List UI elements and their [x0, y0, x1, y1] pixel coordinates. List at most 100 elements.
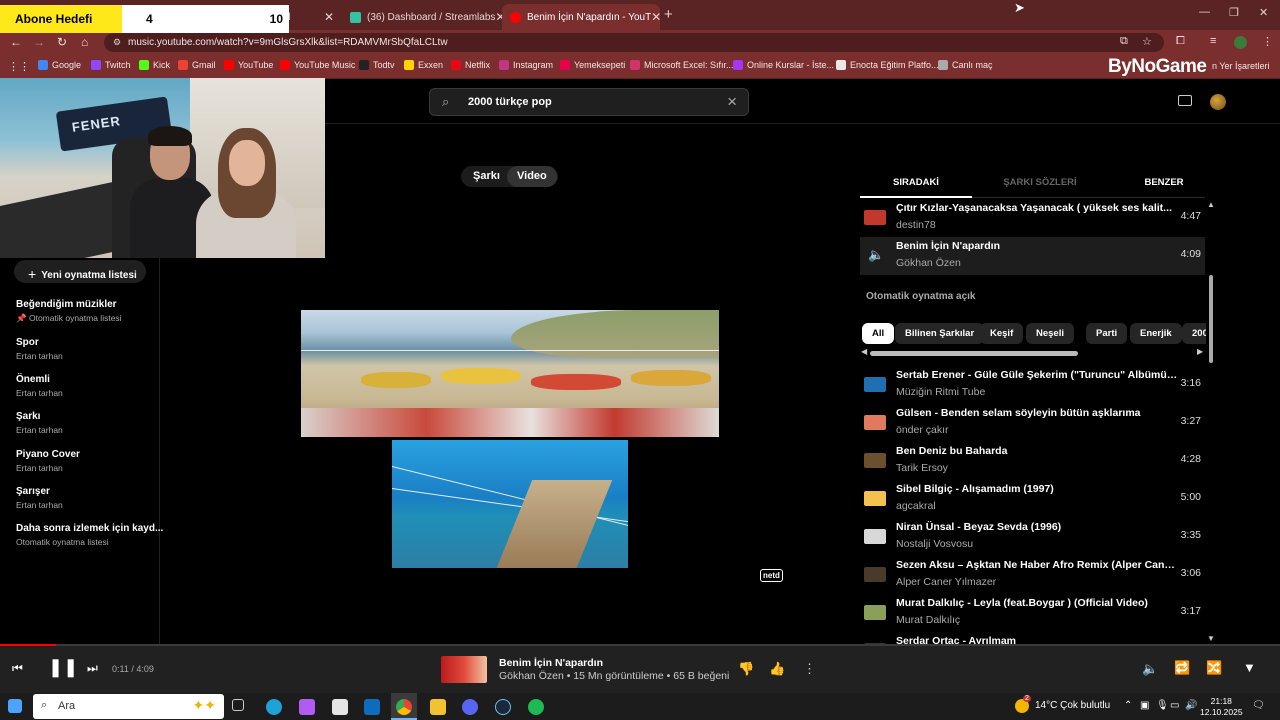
bookmark-youtube[interactable]: YouTube	[224, 60, 273, 70]
tab-youtube-music[interactable]: Benim İçin N'apardın - YouT ✕	[502, 4, 660, 30]
reading-list-icon[interactable]: ≡	[1210, 35, 1216, 47]
spotify-icon[interactable]	[528, 699, 544, 715]
next-icon[interactable]: ⏭	[87, 661, 98, 676]
repeat-icon[interactable]: 🔁	[1174, 660, 1190, 676]
windows-start-icon[interactable]	[8, 699, 22, 713]
url-field[interactable]: ⚙ music.youtube.com/watch?v=9mGlsGrsXlk&…	[104, 33, 1164, 52]
video-frame-top[interactable]	[301, 310, 719, 437]
search-input[interactable]: 2000 türkçe pop	[468, 96, 552, 108]
bookmark-todtv[interactable]: Todtv	[359, 60, 395, 70]
chip[interactable]: 2000'	[1182, 323, 1206, 344]
bookmark-enocta[interactable]: Enocta Eğitim Platfo...	[836, 60, 939, 70]
chip[interactable]: Bilinen Şarkılar	[895, 323, 985, 344]
queue-item[interactable]: Gülsen - Benden selam söyleyin bütün aşk…	[860, 404, 1205, 442]
system-clock[interactable]: 21:18 12.10.2025	[1200, 696, 1243, 718]
like-icon[interactable]: 👍	[769, 661, 785, 677]
task-view-icon[interactable]	[232, 699, 244, 711]
store-icon[interactable]	[332, 699, 348, 715]
queue-item[interactable]: Serdar Ortaç - Ayrılmam	[860, 632, 1205, 644]
weather-text[interactable]: 14°C Çok bulutlu	[1035, 700, 1110, 711]
chrome-icon[interactable]	[396, 699, 412, 715]
now-playing-thumbnail[interactable]	[441, 656, 487, 683]
file-explorer-icon[interactable]	[430, 699, 446, 715]
back-icon[interactable]: ←	[10, 35, 22, 49]
all-bookmarks-link[interactable]: n Yer İşaretleri	[1212, 61, 1270, 71]
chip-scroll-right-icon[interactable]: ▶	[1197, 347, 1203, 356]
tab-lyrics[interactable]: ŞARKI SÖZLERİ	[984, 177, 1096, 188]
tab-streamlabs[interactable]: (36) Dashboard / Streamlabs ✕	[342, 4, 502, 30]
previous-icon[interactable]: ⏮	[12, 661, 23, 676]
close-window-icon[interactable]: ✕	[1259, 6, 1268, 19]
playlist-item[interactable]: Önemli Ertan tarhan	[16, 374, 63, 398]
extensions-icon[interactable]: ⧠	[1176, 35, 1185, 48]
notifications-icon[interactable]: 🗨	[1252, 700, 1265, 711]
chip[interactable]: Enerjik	[1130, 323, 1182, 344]
playlist-item[interactable]: Spor Ertan tarhan	[16, 337, 63, 361]
home-icon[interactable]: ⌂	[81, 35, 88, 49]
cast-icon[interactable]	[1178, 95, 1192, 106]
bookmark-netflix[interactable]: Netflix	[451, 60, 490, 70]
tab-up-next[interactable]: SIRADAKİ	[860, 177, 972, 188]
bookmark-gmail[interactable]: Gmail	[178, 60, 216, 70]
chip-scroll-left-icon[interactable]: ◀	[861, 347, 867, 356]
queue-item[interactable]: Çıtır Kızlar-Yaşanacaksa Yaşanacak ( yük…	[860, 199, 1205, 237]
site-info-icon[interactable]: ⚙	[113, 33, 121, 52]
tray-app-icon[interactable]: ▣	[1140, 700, 1149, 711]
tray-expand-icon[interactable]: ⌃	[1124, 700, 1132, 711]
playlist-item[interactable]: Daha sonra izlemek için kayd... Otomatik …	[16, 523, 163, 547]
dislike-icon[interactable]: 👎	[738, 661, 754, 677]
new-playlist-button[interactable]: + Yeni oynatma listesi	[14, 260, 146, 283]
close-icon[interactable]: ✕	[651, 10, 660, 24]
search-box[interactable]: ⌕ 2000 türkçe pop ×	[429, 88, 749, 116]
taskbar-search[interactable]: ⌕ Ara ✦✦	[33, 694, 224, 719]
bookmark-exxen[interactable]: Exxen	[404, 60, 443, 70]
close-icon[interactable]: ✕	[495, 10, 502, 24]
minimize-icon[interactable]: —	[1199, 6, 1210, 18]
shuffle-icon[interactable]: 🔀	[1206, 660, 1222, 676]
chip[interactable]: Parti	[1086, 323, 1128, 344]
bookmark-google[interactable]: Google	[38, 60, 81, 70]
bookmark-star-icon[interactable]: ☆	[1142, 35, 1152, 48]
restore-icon[interactable]: ❐	[1229, 6, 1239, 19]
chip-scrollbar[interactable]	[870, 351, 1078, 356]
playlist-item[interactable]: Piyano Cover Ertan tarhan	[16, 449, 80, 473]
playlist-item[interactable]: Beğendiğim müzikler 📌 Otomatik oynatma li…	[16, 299, 122, 324]
volume-tray-icon[interactable]: 🔊	[1185, 700, 1197, 711]
clear-search-icon[interactable]: ×	[727, 92, 737, 112]
pause-icon[interactable]: ❚❚	[48, 657, 78, 678]
microphone-icon[interactable]: 🎙	[1156, 700, 1169, 711]
bookmark-yemeksepeti[interactable]: Yemeksepeti	[560, 60, 625, 70]
bookmark-instagram[interactable]: Instagram	[499, 60, 553, 70]
bookmark-twitch[interactable]: Twitch	[91, 60, 131, 70]
profile-avatar[interactable]	[1234, 36, 1247, 49]
chip-all[interactable]: All	[862, 323, 895, 344]
edge-icon[interactable]	[266, 699, 282, 715]
queue-item[interactable]: Ben Deniz bu Baharda Tarik Ersoy 4:28	[860, 442, 1205, 480]
bookmark-canli-mac[interactable]: Canlı maç	[938, 60, 993, 70]
reload-icon[interactable]: ↻	[57, 35, 67, 49]
chip[interactable]: Keşif	[980, 323, 1024, 344]
apps-icon[interactable]: ⋮⋮	[8, 60, 30, 73]
queue-scrollbar[interactable]	[1209, 275, 1213, 363]
scroll-down-icon[interactable]: ▼	[1207, 634, 1215, 643]
queue-item[interactable]: Niran Ünsal - Beyaz Sevda (1996) Nostalji…	[860, 518, 1205, 556]
install-app-icon[interactable]: ⧉	[1120, 35, 1128, 48]
volume-icon[interactable]: 🔈	[1142, 661, 1158, 677]
tab-related[interactable]: BENZER	[1108, 177, 1220, 188]
scroll-up-icon[interactable]: ▲	[1207, 200, 1215, 209]
outlook-icon[interactable]	[364, 699, 380, 715]
bookmark-excel-course[interactable]: Microsoft Excel: Sıfır...	[630, 60, 734, 70]
more-options-icon[interactable]: ⋮	[803, 661, 816, 677]
bookmark-youtube-music[interactable]: YouTube Music	[280, 60, 355, 70]
playlist-item[interactable]: Şarışer Ertan tarhan	[16, 486, 63, 510]
queue-item[interactable]: Sertab Erener - Güle Güle Şekerim ("Turu…	[860, 366, 1205, 404]
chip[interactable]: Neşeli	[1026, 323, 1074, 344]
expand-player-icon[interactable]: ▼	[1243, 660, 1256, 675]
steam-icon[interactable]	[495, 699, 511, 715]
new-tab-button[interactable]: +	[664, 6, 673, 23]
discord-icon[interactable]	[462, 699, 478, 715]
now-playing-title[interactable]: Benim İçin N'apardın	[499, 657, 603, 669]
queue-item[interactable]: Sezen Aksu – Aşktan Ne Haber Afro Remix …	[860, 556, 1205, 594]
menu-icon[interactable]: ⋮	[1262, 35, 1273, 48]
toggle-song[interactable]: Şarkı	[463, 166, 510, 187]
